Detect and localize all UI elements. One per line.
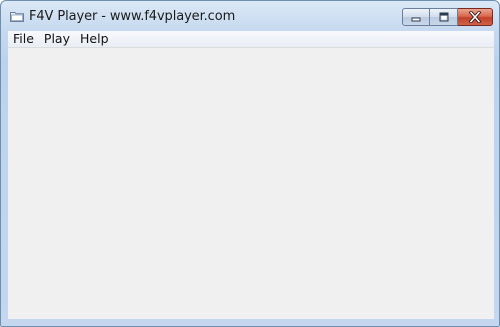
maximize-icon <box>439 12 448 22</box>
close-button[interactable] <box>458 8 493 26</box>
app-window: F4V Player - www.f4vplayer.com File Play… <box>0 0 500 327</box>
player-area[interactable] <box>8 47 494 319</box>
minimize-icon <box>411 17 421 22</box>
minimize-button[interactable] <box>402 8 430 26</box>
menu-file[interactable]: File <box>8 31 39 47</box>
window-title: F4V Player - www.f4vplayer.com <box>29 9 236 24</box>
menu-help[interactable]: Help <box>75 31 114 47</box>
maximize-button[interactable] <box>430 8 458 26</box>
menu-play[interactable]: Play <box>39 31 75 47</box>
folder-icon <box>10 12 24 22</box>
title-bar[interactable]: F4V Player - www.f4vplayer.com <box>1 1 499 31</box>
menu-bar: File Play Help <box>8 31 494 47</box>
close-icon <box>468 11 482 23</box>
